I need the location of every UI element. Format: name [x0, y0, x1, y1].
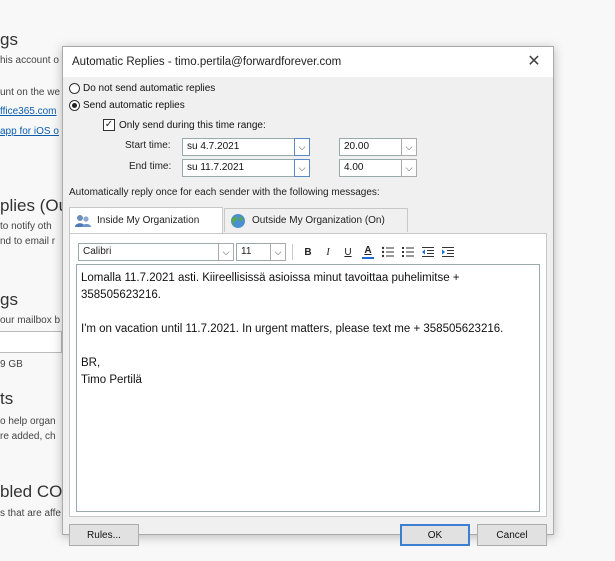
do-not-send-radio[interactable]: [69, 83, 80, 94]
increase-indent-icon[interactable]: [439, 243, 457, 261]
do-not-send-label: Do not send automatic replies: [83, 83, 216, 94]
mailbox-heading-fragment: gs: [0, 290, 18, 309]
italic-button[interactable]: I: [319, 243, 337, 261]
decrease-indent-icon[interactable]: [419, 243, 437, 261]
office365-link[interactable]: ffice365.com: [0, 106, 62, 117]
chevron-down-icon[interactable]: ⌵: [270, 243, 286, 261]
reply-once-label: Automatically reply once for each sender…: [69, 187, 380, 198]
dialog-titlebar[interactable]: Automatic Replies - timo.pertila@forward…: [63, 47, 553, 77]
underline-button[interactable]: U: [339, 243, 357, 261]
end-time-field[interactable]: 4.00 ⌵: [339, 159, 417, 177]
font-color-button[interactable]: A: [359, 243, 377, 261]
chevron-down-icon[interactable]: ⌵: [401, 138, 417, 156]
rules-heading-fragment: ts: [0, 389, 14, 408]
start-time-value: 20.00: [344, 141, 370, 152]
email-text-fragment: nd to email r: [0, 236, 56, 247]
mailbox-text-fragment: our mailbox b: [0, 315, 61, 326]
font-size-value: 11: [241, 246, 252, 257]
time-range-checkbox[interactable]: ✓: [103, 119, 115, 131]
start-time-label: Start time:: [125, 140, 171, 151]
chevron-down-icon[interactable]: ⌵: [294, 159, 310, 177]
tab-inside-organization[interactable]: Inside My Organization: [69, 207, 223, 233]
chevron-down-icon[interactable]: ⌵: [401, 159, 417, 177]
bold-button[interactable]: B: [299, 243, 317, 261]
close-icon[interactable]: ✕: [525, 53, 543, 71]
tab-inside-label: Inside My Organization: [97, 215, 200, 226]
end-time-label: End time:: [129, 161, 172, 172]
end-time-value: 4.00: [344, 162, 364, 173]
disabled-heading-fragment: bled CON: [0, 482, 62, 501]
message-panel: Calibri ⌵ 11 ⌵ B I U A Lomalla 11.7.2021…: [69, 233, 547, 517]
tab-outside-label: Outside My Organization (On): [252, 215, 385, 226]
cancel-button[interactable]: Cancel: [477, 524, 547, 546]
settings-heading-fragment: gs: [0, 30, 18, 49]
send-auto-replies-label: Send automatic replies: [83, 100, 185, 111]
tab-outside-organization[interactable]: Outside My Organization (On): [224, 208, 408, 232]
font-name-select[interactable]: Calibri ⌵: [78, 243, 234, 261]
send-auto-replies-radio[interactable]: [69, 100, 80, 111]
globe-icon: [229, 213, 247, 229]
send-auto-replies-option[interactable]: Send automatic replies: [69, 100, 185, 111]
account-text-fragment: his account o: [0, 55, 59, 66]
time-range-option[interactable]: ✓ Only send during this time range:: [103, 119, 266, 131]
font-color-letter: A: [364, 245, 372, 256]
numbered-list-icon[interactable]: [399, 243, 417, 261]
affected-text-fragment: s that are affe: [0, 508, 61, 519]
font-name-value: Calibri: [83, 246, 112, 257]
ios-app-link[interactable]: app for iOS o: [0, 126, 62, 137]
message-line-closing: BR,: [81, 357, 101, 369]
start-date-value: su 4.7.2021: [187, 141, 240, 152]
notify-text-fragment: to notify oth: [0, 221, 52, 232]
start-time-field[interactable]: 20.00 ⌵: [339, 138, 417, 156]
automatic-replies-dialog: Automatic Replies - timo.pertila@forward…: [62, 46, 554, 546]
chevron-down-icon[interactable]: ⌵: [218, 243, 234, 261]
ok-button[interactable]: OK: [400, 524, 470, 546]
message-line-signature: Timo Pertilä: [81, 374, 142, 386]
added-text-fragment: re added, ch: [0, 431, 56, 442]
format-toolbar: Calibri ⌵ 11 ⌵ B I U A: [78, 242, 459, 262]
bullet-list-icon[interactable]: [379, 243, 397, 261]
do-not-send-option[interactable]: Do not send automatic replies: [69, 83, 215, 94]
people-icon: [74, 213, 92, 229]
chevron-down-icon[interactable]: ⌵: [294, 138, 310, 156]
start-date-field[interactable]: su 4.7.2021 ⌵: [182, 138, 310, 156]
toolbar-divider: [292, 244, 293, 260]
font-size-select[interactable]: 11 ⌵: [236, 243, 286, 261]
mailbox-usage-bar: [0, 331, 62, 353]
rules-button[interactable]: Rules...: [69, 524, 139, 546]
time-range-label: Only send during this time range:: [119, 119, 266, 131]
message-line-finnish: Lomalla 11.7.2021 asti. Kiireellisissä a…: [81, 272, 460, 301]
help-text-fragment: o help organ: [0, 416, 56, 427]
message-editor[interactable]: Lomalla 11.7.2021 asti. Kiireellisissä a…: [76, 264, 540, 512]
font-color-bar: [362, 257, 374, 259]
mailbox-size-fragment: 9 GB: [0, 359, 23, 370]
end-date-field[interactable]: su 11.7.2021 ⌵: [182, 159, 310, 177]
web-text-fragment: unt on the we: [0, 87, 61, 98]
dialog-body: Do not send automatic replies Send autom…: [63, 77, 553, 546]
message-line-english: I'm on vacation until 11.7.2021. In urge…: [81, 323, 504, 335]
dialog-title: Automatic Replies - timo.pertila@forward…: [72, 56, 342, 68]
end-date-value: su 11.7.2021: [187, 162, 245, 173]
